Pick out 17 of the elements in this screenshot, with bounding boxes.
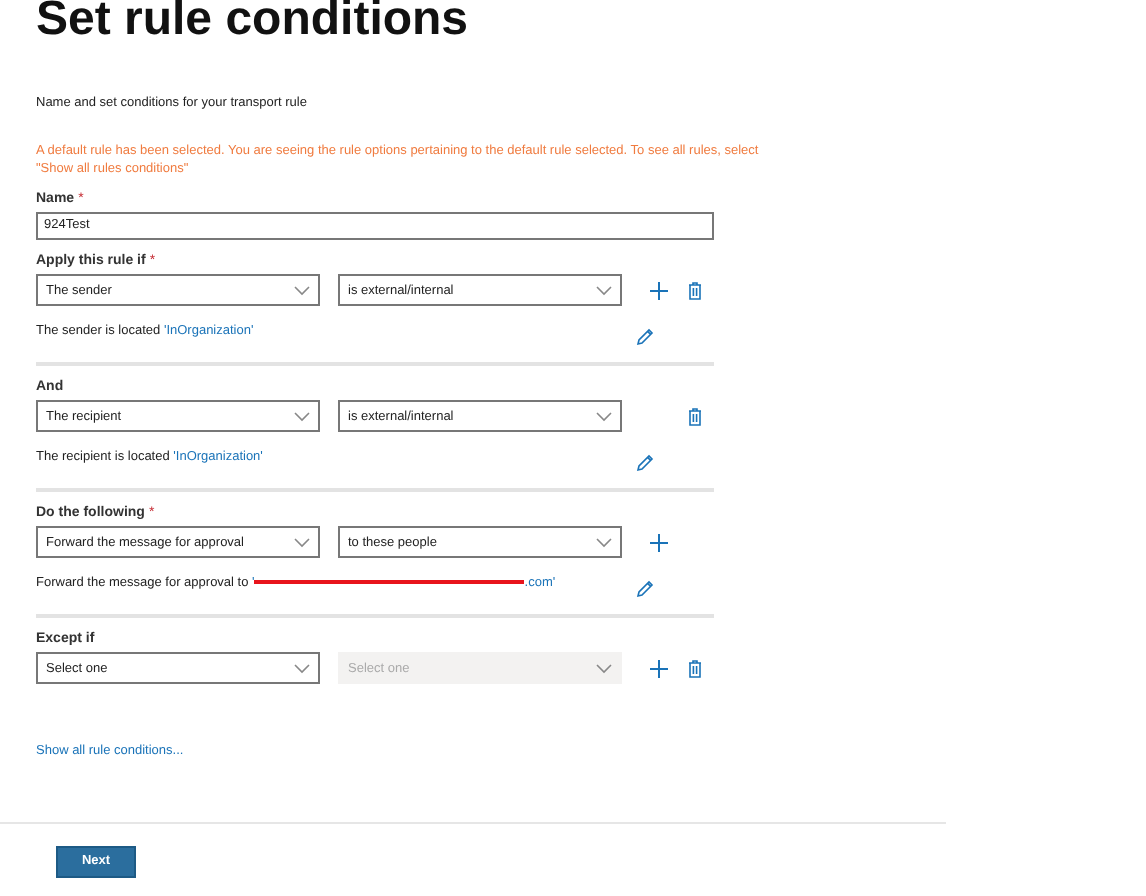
chevron-icon [596, 411, 612, 421]
delete-icon[interactable] [687, 281, 701, 299]
edit-icon[interactable] [636, 580, 654, 598]
chevron-icon [596, 537, 612, 547]
chevron-icon [596, 663, 612, 673]
add-icon[interactable] [649, 533, 667, 551]
delete-icon[interactable] [687, 407, 701, 425]
delete-icon[interactable] [687, 659, 701, 677]
edit-icon[interactable] [636, 454, 654, 472]
add-icon[interactable] [649, 659, 667, 677]
chevron-icon [596, 285, 612, 295]
add-icon[interactable] [649, 281, 667, 299]
chevron-icon [294, 663, 310, 673]
chevron-icon [294, 411, 310, 421]
chevron-icon [294, 285, 310, 295]
edit-icon[interactable] [636, 328, 654, 346]
chevron-icon [294, 537, 310, 547]
